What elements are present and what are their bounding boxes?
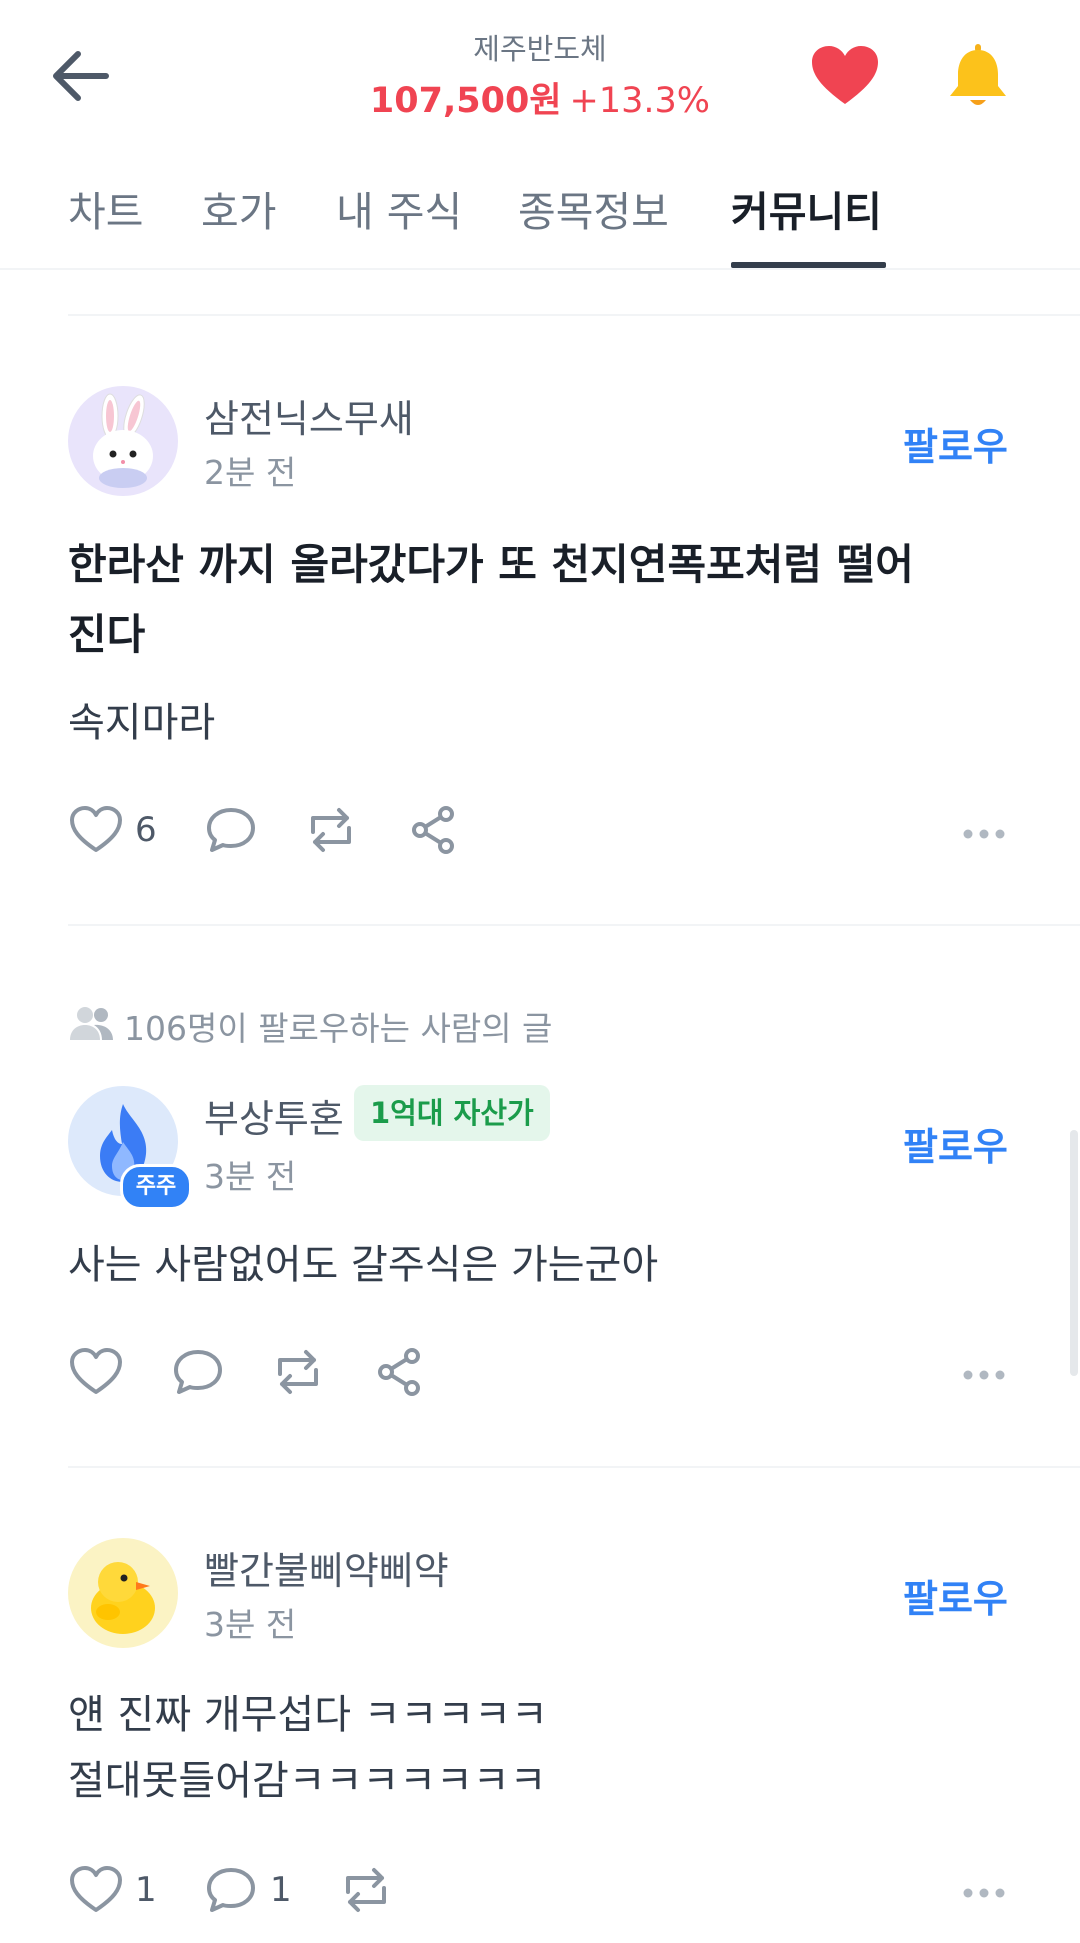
tab-orderbook[interactable]: 호가: [201, 178, 276, 238]
post-body[interactable]: 얜 진짜 개무섭다 ㅋㅋㅋㅋㅋ 절대못들어감ㅋㅋㅋㅋㅋㅋㅋ: [68, 1682, 968, 1814]
post-time: 3분 전: [204, 1157, 297, 1196]
app-header: 제주반도체 107,500원 +13.3%: [0, 0, 1080, 150]
post-title[interactable]: 한라산 까지 올라갔다가 또 천지연폭포처럼 떨어진다: [68, 530, 948, 670]
bell-icon: [950, 44, 1006, 105]
active-tab-indicator: [731, 262, 886, 268]
comment-icon[interactable]: [203, 802, 259, 858]
asset-badge: 1억대 자산가: [354, 1085, 550, 1141]
follow-button[interactable]: 팔로우: [903, 1568, 1008, 1623]
like-count: 6: [135, 810, 157, 850]
share-icon[interactable]: [372, 1344, 428, 1400]
follow-button[interactable]: 팔로우: [903, 416, 1008, 471]
tab-my-stock[interactable]: 내 주식: [336, 178, 462, 238]
rabbit-avatar[interactable]: [68, 386, 178, 496]
scrollbar[interactable]: [1070, 1130, 1078, 1376]
follow-button[interactable]: 팔로우: [903, 1116, 1008, 1171]
post-username[interactable]: 빨간불삐약삐약: [204, 1540, 449, 1595]
like-icon[interactable]: [68, 802, 124, 858]
post-body[interactable]: 사는 사람없어도 갈주식은 가는군아: [68, 1232, 968, 1298]
share-icon[interactable]: [406, 802, 462, 858]
tab-community[interactable]: 커뮤니티: [731, 178, 882, 238]
tab-stock-info[interactable]: 종목정보: [518, 178, 669, 238]
followers-note-text: 106명이 팔로우하는 사람의 글: [124, 1009, 553, 1048]
people-icon: [70, 1007, 113, 1040]
stock-name: 제주반도체: [473, 32, 607, 66]
chick-avatar[interactable]: [68, 1538, 178, 1648]
notification-button[interactable]: [946, 42, 1010, 110]
divider: [68, 924, 1080, 926]
more-options-icon[interactable]: [962, 1366, 1006, 1380]
like-icon[interactable]: [68, 1344, 124, 1400]
more-options-icon[interactable]: [962, 825, 1006, 839]
like-count: 1: [135, 1870, 157, 1910]
repost-icon[interactable]: [270, 1344, 326, 1400]
comment-count: 1: [270, 1870, 292, 1910]
heart-icon: [812, 46, 878, 104]
stock-price-line: 107,500원 +13.3%: [0, 72, 1080, 123]
post-username[interactable]: 부상투혼: [204, 1088, 344, 1143]
stock-change: +13.3%: [569, 81, 711, 121]
tab-bar: 차트 호가 내 주식 종목정보 커뮤니티: [0, 150, 1080, 270]
shareholder-badge: 주주: [120, 1164, 192, 1210]
repost-icon[interactable]: [303, 802, 359, 858]
tab-chart[interactable]: 차트: [68, 178, 143, 238]
post-username[interactable]: 삼전닉스무새: [204, 388, 414, 443]
post-time: 3분 전: [204, 1605, 297, 1644]
divider: [68, 314, 1080, 316]
divider: [68, 1466, 1080, 1468]
stock-price: 107,500원: [369, 81, 562, 121]
post-body[interactable]: 속지마라: [68, 690, 968, 756]
favorite-button[interactable]: [810, 44, 880, 108]
comment-icon[interactable]: [203, 1862, 259, 1918]
post-time: 2분 전: [204, 453, 297, 492]
comment-icon[interactable]: [170, 1344, 226, 1400]
like-icon[interactable]: [68, 1862, 124, 1918]
more-options-icon[interactable]: [962, 1884, 1006, 1898]
repost-icon[interactable]: [338, 1862, 394, 1918]
